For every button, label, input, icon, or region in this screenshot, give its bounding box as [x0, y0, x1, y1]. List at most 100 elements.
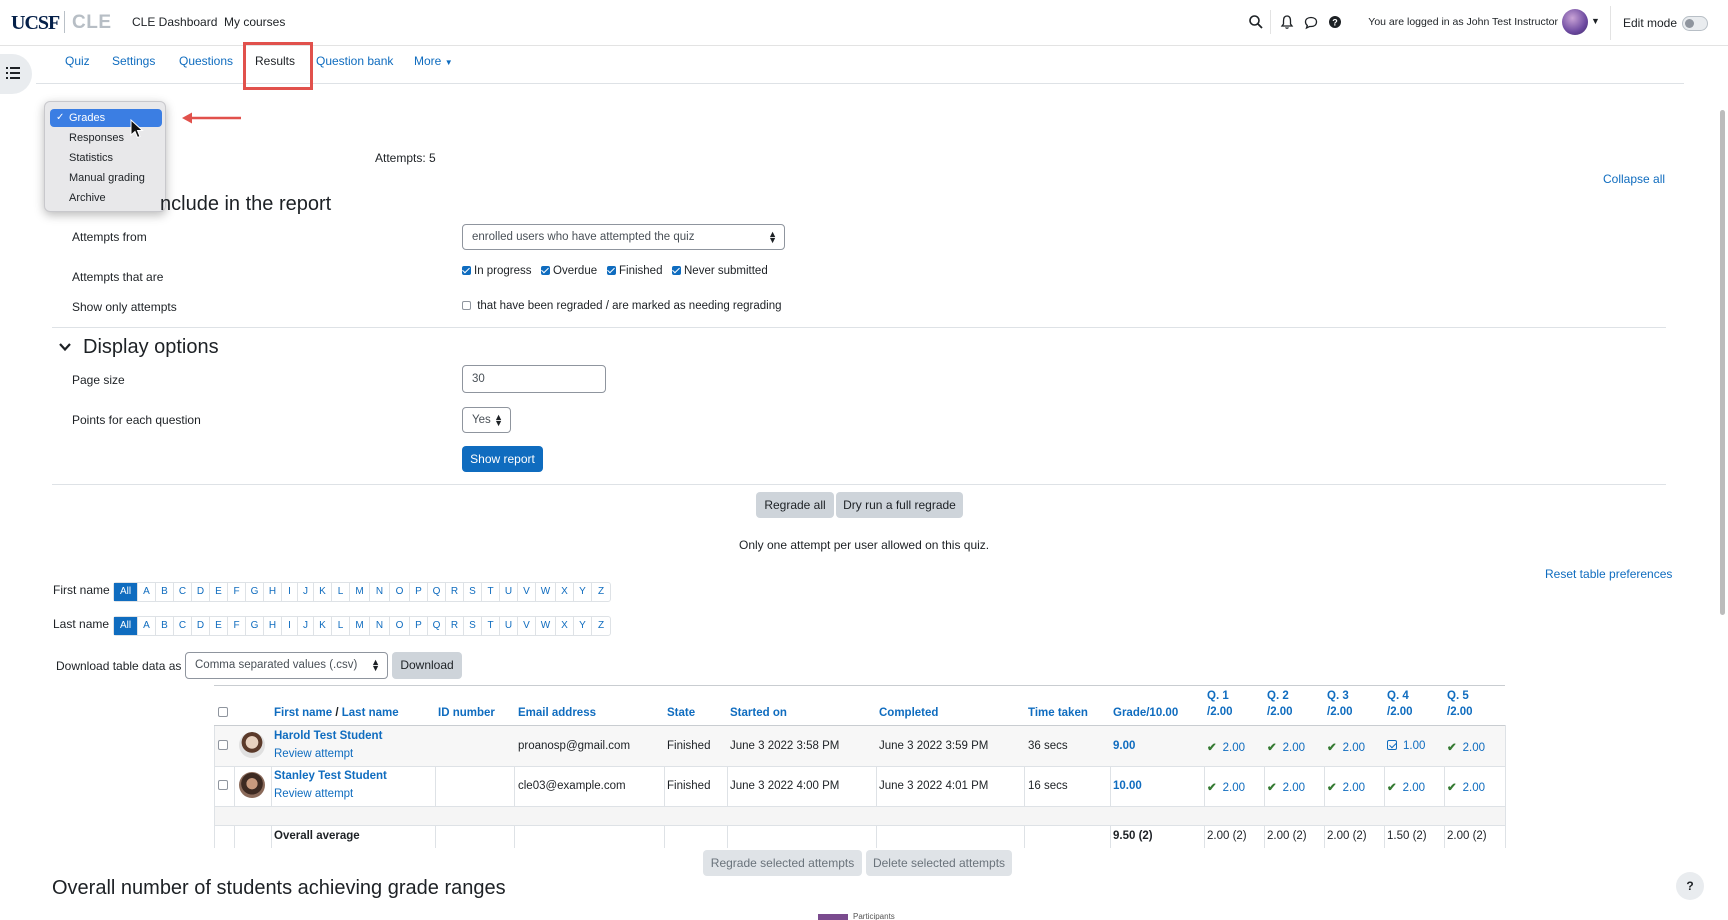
header-grade[interactable]: Grade/10.00 — [1113, 705, 1178, 721]
regraded-option[interactable]: that have been regraded / are marked as … — [462, 300, 782, 312]
question-grade-link[interactable]: ✔ 2.00 — [1207, 780, 1245, 794]
display-options-heading[interactable]: Display options — [83, 336, 219, 359]
initial-s[interactable]: S — [464, 617, 482, 635]
menu-item-responses[interactable]: Responses — [45, 129, 167, 147]
initial-j[interactable]: J — [298, 617, 314, 635]
initial-c[interactable]: C — [174, 617, 192, 635]
header-time-taken[interactable]: Time taken — [1028, 705, 1088, 721]
initial-c[interactable]: C — [174, 583, 192, 601]
initial-x[interactable]: X — [556, 617, 574, 635]
select-all-checkbox[interactable] — [218, 707, 228, 717]
initial-n[interactable]: N — [370, 583, 390, 601]
initial-o[interactable]: O — [390, 583, 410, 601]
initial-r[interactable]: R — [446, 583, 464, 601]
checkbox[interactable] — [462, 266, 471, 275]
initial-e[interactable]: E — [210, 617, 228, 635]
points-select[interactable]: Yes ▲ ▼ — [462, 407, 511, 433]
initial-l[interactable]: L — [332, 583, 350, 601]
grade-link[interactable]: 9.00 — [1113, 740, 1135, 752]
user-avatar[interactable] — [1562, 9, 1588, 35]
initial-p[interactable]: P — [410, 583, 428, 601]
initial-y[interactable]: Y — [574, 583, 592, 601]
initial-s[interactable]: S — [464, 583, 482, 601]
download-format-select[interactable]: Comma separated values (.csv) ▲ ▼ — [185, 652, 388, 679]
initial-w[interactable]: W — [536, 583, 556, 601]
page-scrollbar[interactable] — [1720, 110, 1725, 615]
sort-first-name[interactable]: First name — [274, 707, 332, 719]
state-never-submitted[interactable]: Never submitted — [672, 265, 768, 277]
question-grade-link[interactable]: ✔ 2.00 — [1327, 740, 1365, 754]
initial-all[interactable]: All — [114, 617, 138, 635]
checkbox[interactable] — [607, 266, 616, 275]
header-q2[interactable]: Q. 2/2.00 — [1267, 688, 1293, 720]
initial-i[interactable]: I — [282, 583, 298, 601]
menu-item-manual-grading[interactable]: Manual grading — [45, 169, 167, 187]
help-circle-icon[interactable]: ? — [1327, 14, 1343, 30]
initial-z[interactable]: Z — [592, 583, 610, 601]
user-menu-chevron-icon[interactable]: ▼ — [1591, 16, 1600, 26]
initial-d[interactable]: D — [192, 583, 210, 601]
bell-icon[interactable] — [1279, 14, 1295, 30]
review-attempt-link[interactable]: Review attempt — [274, 748, 353, 760]
avatar[interactable] — [239, 732, 265, 758]
question-grade-link[interactable]: ✔ 2.00 — [1387, 780, 1425, 794]
header-id-number[interactable]: ID number — [438, 705, 495, 721]
initial-f[interactable]: F — [228, 583, 246, 601]
student-name-link[interactable]: Stanley Test Student — [274, 770, 387, 782]
course-index-toggle[interactable] — [0, 54, 32, 94]
tab-quiz[interactable]: Quiz — [65, 54, 90, 68]
checkbox[interactable] — [462, 301, 471, 310]
question-grade-link[interactable]: ✔ 2.00 — [1447, 740, 1485, 754]
question-grade-link[interactable]: ✔ 2.00 — [1267, 740, 1305, 754]
initial-f[interactable]: F — [228, 617, 246, 635]
initial-m[interactable]: M — [350, 617, 370, 635]
initial-z[interactable]: Z — [592, 617, 610, 635]
state-in-progress[interactable]: In progress — [462, 265, 532, 277]
collapse-all-link[interactable]: Collapse all — [1603, 172, 1665, 186]
question-grade-link[interactable]: ✔ 2.00 — [1207, 740, 1245, 754]
tab-settings[interactable]: Settings — [112, 54, 155, 68]
regrade-selected-button[interactable]: Regrade selected attempts — [703, 850, 862, 876]
attempts-from-select[interactable]: enrolled users who have attempted the qu… — [462, 224, 785, 250]
question-grade-link[interactable]: 1.00 — [1387, 740, 1425, 752]
initial-l[interactable]: L — [332, 617, 350, 635]
cle-logo[interactable]: CLE — [72, 12, 112, 34]
include-section-heading[interactable]: nclude in the report — [160, 193, 331, 216]
show-report-button[interactable]: Show report — [462, 446, 543, 472]
header-q1[interactable]: Q. 1/2.00 — [1207, 688, 1233, 720]
initial-j[interactable]: J — [298, 583, 314, 601]
nav-cle-dashboard[interactable]: CLE Dashboard — [132, 15, 217, 29]
initial-t[interactable]: T — [482, 583, 500, 601]
review-attempt-link[interactable]: Review attempt — [274, 788, 353, 800]
initial-k[interactable]: K — [314, 583, 332, 601]
header-state[interactable]: State — [667, 705, 695, 721]
sort-last-name[interactable]: Last name — [342, 707, 399, 719]
tab-more[interactable]: More ▼ — [414, 54, 453, 68]
page-size-input[interactable]: 30 — [462, 365, 606, 393]
initial-w[interactable]: W — [536, 617, 556, 635]
initial-x[interactable]: X — [556, 583, 574, 601]
initial-i[interactable]: I — [282, 617, 298, 635]
chevron-down-icon[interactable] — [58, 340, 72, 354]
initial-u[interactable]: U — [500, 617, 518, 635]
checkbox[interactable] — [541, 266, 550, 275]
initial-a[interactable]: A — [138, 617, 156, 635]
initial-u[interactable]: U — [500, 583, 518, 601]
initial-d[interactable]: D — [192, 617, 210, 635]
header-q4[interactable]: Q. 4/2.00 — [1387, 688, 1413, 720]
checkbox[interactable] — [672, 266, 681, 275]
initial-r[interactable]: R — [446, 617, 464, 635]
initial-p[interactable]: P — [410, 617, 428, 635]
question-grade-link[interactable]: ✔ 2.00 — [1447, 780, 1485, 794]
question-grade-link[interactable]: ✔ 2.00 — [1267, 780, 1305, 794]
grade-link[interactable]: 10.00 — [1113, 780, 1142, 792]
initial-h[interactable]: H — [264, 583, 282, 601]
row-select-checkbox[interactable] — [218, 780, 228, 790]
initial-b[interactable]: B — [156, 583, 174, 601]
state-overdue[interactable]: Overdue — [541, 265, 597, 277]
menu-item-grades[interactable]: ✓ Grades — [50, 109, 162, 127]
dry-run-regrade-button[interactable]: Dry run a full regrade — [836, 492, 963, 518]
menu-item-statistics[interactable]: Statistics — [45, 149, 167, 167]
initial-g[interactable]: G — [246, 583, 264, 601]
header-q3[interactable]: Q. 3/2.00 — [1327, 688, 1353, 720]
